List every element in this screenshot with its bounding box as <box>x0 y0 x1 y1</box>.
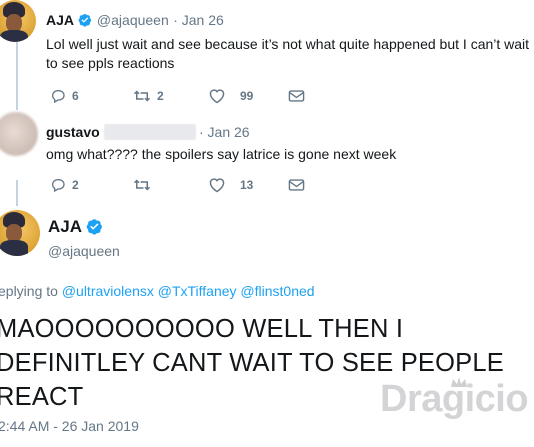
tweet2-text: omg what???? the spoilers say latrice is… <box>46 146 397 162</box>
tweet1-header: AJA @ajaqueen · Jan 26 <box>46 12 224 30</box>
tweet1-author-name[interactable]: AJA <box>46 12 74 28</box>
main-tweet-header: AJA <box>48 217 103 237</box>
aja-avatar[interactable] <box>0 0 36 42</box>
reply-icon <box>51 90 65 104</box>
gustavo-avatar[interactable] <box>0 112 38 156</box>
retweet-icon <box>133 90 151 102</box>
tweet1-text: Lol well just wait and see because it’s … <box>46 35 534 73</box>
tweet2-author-name[interactable]: gustavo <box>46 124 100 140</box>
tweet1-handle[interactable]: @ajaqueen <box>97 12 169 28</box>
tweet2-reply-button[interactable]: 2 <box>50 177 79 193</box>
tweet1-like-button[interactable]: 99 <box>208 88 253 104</box>
retweet-icon <box>133 179 151 191</box>
tweet2-date[interactable]: · Jan 26 <box>199 124 250 140</box>
thread-line-mid <box>16 180 18 206</box>
redacted-handle <box>104 124 196 140</box>
tweet1-retweet-button[interactable]: 2 <box>133 88 164 104</box>
thread-line-top <box>16 42 18 110</box>
tweet1-like-count: 99 <box>240 89 254 103</box>
tweet2-dm-button[interactable] <box>288 178 305 192</box>
tweet1-reply-button[interactable]: 6 <box>50 88 79 104</box>
tweet2-retweet-button[interactable] <box>133 177 157 193</box>
watermark-logo: Dragicio <box>380 378 529 420</box>
tweet2-header: gustavo <box>46 124 100 142</box>
tweet2-reply-count: 2 <box>72 178 79 192</box>
main-tweet-handle[interactable]: @ajaqueen <box>48 243 120 259</box>
envelope-icon <box>288 179 305 191</box>
replying-to: eplying to @ultraviolensx @TxTiffaney @f… <box>0 283 315 299</box>
tweet1-retweet-count: 2 <box>157 89 164 103</box>
tweet1-date[interactable]: · Jan 26 <box>173 12 224 28</box>
tweet1-text-line2: to see ppls reactions <box>46 55 175 71</box>
verified-badge-icon <box>79 13 92 27</box>
tweet1-reply-count: 6 <box>72 89 79 103</box>
aja-avatar-main[interactable] <box>0 210 40 256</box>
tweet1-text-line1: Lol well just wait and see because it’s … <box>46 36 530 52</box>
heart-icon <box>209 178 225 193</box>
main-tweet-author-name[interactable]: AJA <box>48 217 82 236</box>
tweet2-like-count: 13 <box>240 178 254 192</box>
tweet2-like-button[interactable]: 13 <box>208 177 253 193</box>
replying-to-mentions[interactable]: @ultraviolensx @TxTiffaney @flinst0ned <box>62 283 315 299</box>
replying-to-label: eplying to <box>0 283 62 299</box>
envelope-icon <box>288 90 305 102</box>
main-tweet-text-line1: MAOOOOOOOOOO WELL THEN I <box>0 315 404 343</box>
main-tweet-timestamp[interactable]: 2:44 AM - 26 Jan 2019 <box>0 418 139 434</box>
verified-badge-icon <box>87 219 103 235</box>
reply-icon <box>51 179 65 193</box>
heart-icon <box>209 89 225 104</box>
tweet1-dm-button[interactable] <box>288 89 305 103</box>
main-tweet-text-line2: DEFINITLEY CANT WAIT TO SEE PEOPLE <box>0 349 504 377</box>
